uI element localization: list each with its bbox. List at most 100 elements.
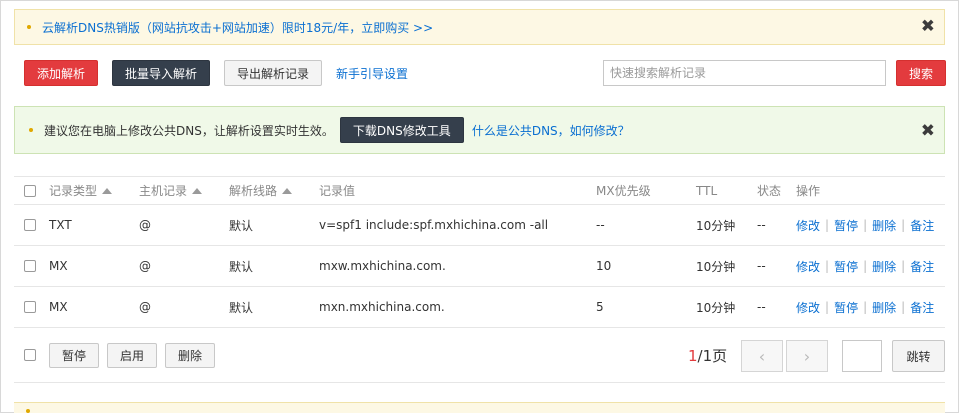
- table-row: MX @ 默认 mxn.mxhichina.com. 5 10分钟 -- 修改 |…: [14, 287, 945, 328]
- pause-link[interactable]: 暂停: [834, 258, 858, 275]
- add-record-button[interactable]: 添加解析: [24, 60, 98, 86]
- record-ttl: 10分钟: [696, 300, 736, 315]
- record-type: TXT: [49, 218, 72, 232]
- column-value: 记录值: [319, 184, 356, 198]
- record-line: 默认: [229, 300, 254, 315]
- separator: |: [901, 300, 906, 314]
- current-page: 1: [688, 347, 698, 365]
- edit-link[interactable]: 修改: [796, 299, 820, 316]
- separator: |: [863, 259, 868, 273]
- record-mx: --: [596, 218, 605, 232]
- record-status: --: [757, 259, 766, 273]
- download-dns-tool-button[interactable]: 下载DNS修改工具: [339, 117, 464, 143]
- pause-link[interactable]: 暂停: [834, 299, 858, 316]
- chevron-right-icon: ›: [803, 346, 811, 366]
- record-value: mxw.mxhichina.com.: [319, 259, 446, 273]
- separator: |: [863, 218, 868, 232]
- toolbar: 添加解析 批量导入解析 导出解析记录 新手引导设置: [24, 60, 408, 86]
- record-mx: 10: [596, 259, 612, 273]
- row-select-cell: [24, 287, 36, 327]
- table-header: 记录类型 主机记录 解析线路 记录值 MX优先级 TTL 状态 操作: [14, 176, 945, 205]
- column-type[interactable]: 记录类型: [49, 177, 113, 204]
- tip-text: 建议您在电脑上修改公共DNS，让解析设置实时生效。: [44, 123, 334, 138]
- row-checkbox[interactable]: [24, 301, 36, 313]
- record-status: --: [757, 300, 766, 314]
- next-page-button[interactable]: ›: [786, 340, 828, 372]
- bullet-icon: [29, 128, 33, 132]
- select-all-footer-checkbox[interactable]: [24, 349, 36, 361]
- pause-link[interactable]: 暂停: [834, 217, 858, 234]
- column-host[interactable]: 主机记录: [139, 177, 203, 204]
- bulk-enable-button[interactable]: 启用: [107, 343, 157, 368]
- column-line[interactable]: 解析线路: [229, 177, 293, 204]
- column-host-label: 主机记录: [139, 184, 188, 198]
- public-dns-help-link[interactable]: 什么是公共DNS，如何修改？: [472, 122, 630, 139]
- record-type: MX: [49, 259, 68, 273]
- record-actions: 修改 | 暂停 | 删除 | 备注: [796, 287, 934, 327]
- row-checkbox[interactable]: [24, 219, 36, 231]
- record-actions: 修改 | 暂停 | 删除 | 备注: [796, 246, 934, 286]
- separator: |: [863, 300, 868, 314]
- column-mx: MX优先级: [596, 184, 651, 198]
- table-footer: 暂停 启用 删除 1/1页 ‹ › 跳转: [14, 331, 945, 383]
- bullet-icon: [26, 409, 30, 413]
- close-icon[interactable]: ✖: [921, 18, 935, 36]
- table-row: MX @ 默认 mxw.mxhichina.com. 10 10分钟 -- 修改…: [14, 246, 945, 287]
- search-button[interactable]: 搜索: [896, 60, 946, 86]
- edit-link[interactable]: 修改: [796, 217, 820, 234]
- select-all-checkbox[interactable]: [24, 184, 36, 197]
- promo-banner: 云解析DNS热销版（网站抗攻击+网站加速）限时18元/年，立即购买 >> ✖: [14, 9, 945, 45]
- delete-link[interactable]: 删除: [872, 258, 896, 275]
- record-ttl: 10分钟: [696, 259, 736, 274]
- column-status: 状态: [757, 184, 782, 198]
- note-link[interactable]: 备注: [910, 299, 934, 316]
- bulk-delete-button[interactable]: 删除: [165, 343, 215, 368]
- bullet-icon: [27, 25, 31, 29]
- close-icon[interactable]: ✖: [921, 123, 935, 140]
- delete-link[interactable]: 删除: [872, 299, 896, 316]
- table-row: TXT @ 默认 v=spf1 include:spf.mxhichina.co…: [14, 205, 945, 246]
- bottom-notice-strip: [14, 402, 945, 413]
- select-all-cell: [24, 177, 36, 204]
- page-indicator: 1/1页: [688, 345, 727, 366]
- separator: |: [825, 218, 830, 232]
- separator: |: [825, 259, 830, 273]
- sort-up-icon: [102, 187, 113, 194]
- sort-up-icon: [282, 187, 293, 194]
- row-select-cell: [24, 205, 36, 245]
- record-line: 默认: [229, 218, 254, 233]
- record-line: 默认: [229, 259, 254, 274]
- record-status: --: [757, 218, 766, 232]
- record-mx: 5: [596, 300, 604, 314]
- record-value: v=spf1 include:spf.mxhichina.com -all: [319, 218, 549, 232]
- delete-link[interactable]: 删除: [872, 217, 896, 234]
- prev-page-button[interactable]: ‹: [741, 340, 783, 372]
- record-type: MX: [49, 300, 68, 314]
- total-pages: /1页: [697, 347, 728, 365]
- record-actions: 修改 | 暂停 | 删除 | 备注: [796, 205, 934, 245]
- search-input[interactable]: [603, 60, 886, 86]
- records-table: 记录类型 主机记录 解析线路 记录值 MX优先级 TTL 状态 操作 TXT @…: [14, 176, 945, 328]
- page-jump-input[interactable]: [842, 340, 882, 372]
- edit-link[interactable]: 修改: [796, 258, 820, 275]
- promo-link[interactable]: 云解析DNS热销版（网站抗攻击+网站加速）限时18元/年，立即购买 >>: [42, 19, 433, 36]
- jump-button[interactable]: 跳转: [892, 340, 945, 372]
- row-select-cell: [24, 246, 36, 286]
- export-records-button[interactable]: 导出解析记录: [224, 60, 322, 86]
- record-host: @: [139, 300, 151, 314]
- guide-settings-link[interactable]: 新手引导设置: [336, 65, 408, 82]
- public-dns-tip-banner: 建议您在电脑上修改公共DNS，让解析设置实时生效。 下载DNS修改工具 什么是公…: [14, 106, 945, 154]
- sort-up-icon: [192, 187, 203, 194]
- record-host: @: [139, 218, 151, 232]
- separator: |: [825, 300, 830, 314]
- bulk-pause-button[interactable]: 暂停: [49, 343, 99, 368]
- record-value: mxn.mxhichina.com.: [319, 300, 445, 314]
- note-link[interactable]: 备注: [910, 217, 934, 234]
- row-checkbox[interactable]: [24, 260, 36, 272]
- column-ttl: TTL: [696, 183, 718, 198]
- note-link[interactable]: 备注: [910, 258, 934, 275]
- batch-import-button[interactable]: 批量导入解析: [112, 60, 210, 86]
- column-type-label: 记录类型: [49, 184, 98, 198]
- record-ttl: 10分钟: [696, 218, 736, 233]
- column-line-label: 解析线路: [229, 184, 278, 198]
